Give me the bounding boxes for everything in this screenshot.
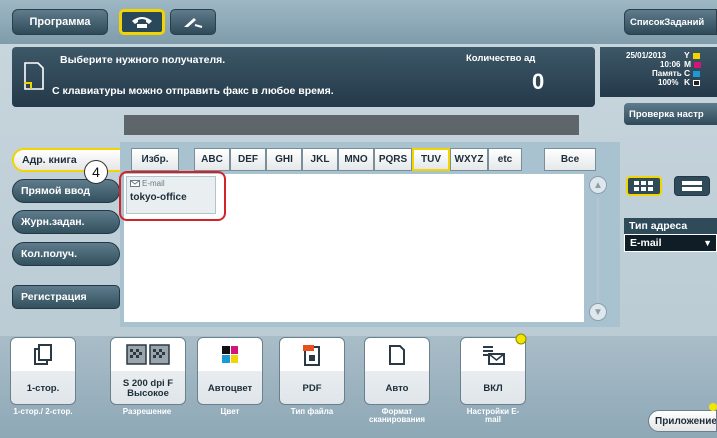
index-tab-favorites[interactable]: Избр. <box>131 148 179 171</box>
check-settings-button[interactable]: Проверка настр <box>624 103 717 125</box>
file-type-value: PDF <box>302 382 322 394</box>
message-panel: Выберите нужного получателя. С клавиатур… <box>12 47 595 107</box>
color-value: Автоцвет <box>207 382 253 394</box>
scroll-up-icon[interactable]: ▲ <box>589 176 607 194</box>
email-settings-icon <box>461 342 525 368</box>
simplex-icon <box>11 342 75 368</box>
resolution-value: S 200 dpi F Высокое <box>122 377 174 399</box>
index-tab-tuv[interactable]: TUV <box>412 148 450 171</box>
instruction-text: Выберите нужного получателя. <box>60 54 226 66</box>
simplex-duplex-button[interactable]: 1-стор. <box>10 337 76 405</box>
simplex-value: 1-стор. <box>26 382 60 394</box>
function-bar <box>0 336 717 438</box>
step-callout: 4 <box>84 160 108 184</box>
direct-input-button[interactable]: Прямой ввод <box>12 179 120 203</box>
resolution-icon <box>111 342 185 368</box>
color-button[interactable]: Автоцвет <box>197 337 263 405</box>
address-type-label: Тип адреса <box>624 218 717 234</box>
grid-view-button[interactable] <box>626 176 662 196</box>
yellow-indicator <box>515 333 527 345</box>
job-log-button[interactable]: Журн.задан. <box>12 210 120 234</box>
list-view-icon <box>682 181 702 191</box>
memory-label: Память <box>652 69 682 78</box>
job-list-tab[interactable]: СписокЗаданий <box>624 9 717 35</box>
index-tab-all[interactable]: Все <box>544 148 596 171</box>
page-size-icon <box>365 342 429 368</box>
index-tab-jkl[interactable]: JKL <box>302 148 338 171</box>
scan-size-label: Формат сканирования <box>368 407 426 425</box>
fax-document-icon <box>24 62 44 90</box>
resolution-button[interactable]: S 200 dpi F Высокое <box>110 337 186 405</box>
address-type-select[interactable]: E-mail ▼ <box>624 234 717 252</box>
app-indicator <box>709 403 717 411</box>
toner-k: K <box>684 78 701 87</box>
address-book-button[interactable]: Адр. книга <box>12 148 134 172</box>
scrollbar[interactable] <box>588 178 608 322</box>
dropdown-icon: ▼ <box>703 238 712 248</box>
index-tab-wxyz[interactable]: WXYZ <box>450 148 488 171</box>
status-panel: 25/01/2013 10:06 Память 100% Y M C K <box>600 47 717 97</box>
index-tab-ghi[interactable]: GHI <box>266 148 302 171</box>
multiple-destinations-button[interactable]: Кол.получ. <box>12 242 120 266</box>
index-tab-etc[interactable]: etc <box>488 148 522 171</box>
toner-levels: Y M C K <box>684 51 702 87</box>
resolution-label: Разрешение <box>122 407 172 416</box>
scan-mode-button[interactable] <box>170 9 216 35</box>
scan-size-button[interactable]: Авто <box>364 337 430 405</box>
email-settings-label: Настройки E-mail <box>466 407 520 425</box>
phone-icon <box>132 17 152 28</box>
scroll-down-icon[interactable]: ▼ <box>589 303 607 321</box>
grid-view-icon <box>634 181 653 191</box>
toner-c-bar <box>693 70 701 77</box>
toner-letter: K <box>684 77 691 87</box>
toner-m-bar <box>694 61 702 68</box>
index-tab-mno[interactable]: MNO <box>338 148 374 171</box>
file-type-button[interactable]: PDF <box>279 337 345 405</box>
toner-k-bar <box>693 79 701 86</box>
email-settings-button[interactable]: ВКЛ <box>460 337 526 405</box>
scan-icon <box>184 18 203 28</box>
index-tab-pqrs[interactable]: PQRS <box>374 148 412 171</box>
pdf-file-icon <box>280 342 344 368</box>
list-view-button[interactable] <box>674 176 710 196</box>
address-type-value: E-mail <box>630 237 662 249</box>
destination-count-value: 0 <box>532 69 545 94</box>
file-type-label: Тип файла <box>290 407 334 416</box>
toner-y-bar <box>692 52 700 59</box>
selection-highlight <box>119 171 226 221</box>
date-text: 25/01/2013 <box>626 51 667 60</box>
index-tab-abc[interactable]: ABC <box>194 148 230 171</box>
color-icon <box>198 342 262 368</box>
application-button[interactable]: Приложение <box>648 410 717 432</box>
index-tab-def[interactable]: DEF <box>230 148 266 171</box>
hint-text: С клавиатуры можно отправить факс в любо… <box>52 85 334 97</box>
email-settings-value: ВКЛ <box>483 382 503 394</box>
registration-button[interactable]: Регистрация <box>12 285 120 309</box>
color-label: Цвет <box>220 407 240 416</box>
scan-size-value: Авто <box>385 382 409 394</box>
scroll-line <box>597 198 599 302</box>
time-text: 10:06 <box>660 60 681 69</box>
header-bar <box>124 115 579 135</box>
simplex-label: 1-стор./ 2-стор. <box>13 407 73 416</box>
fax-mode-button[interactable] <box>119 9 165 35</box>
program-tab[interactable]: Программа <box>12 9 108 35</box>
destination-count-label: Количество ад <box>466 53 536 64</box>
memory-value: 100% <box>658 78 679 87</box>
